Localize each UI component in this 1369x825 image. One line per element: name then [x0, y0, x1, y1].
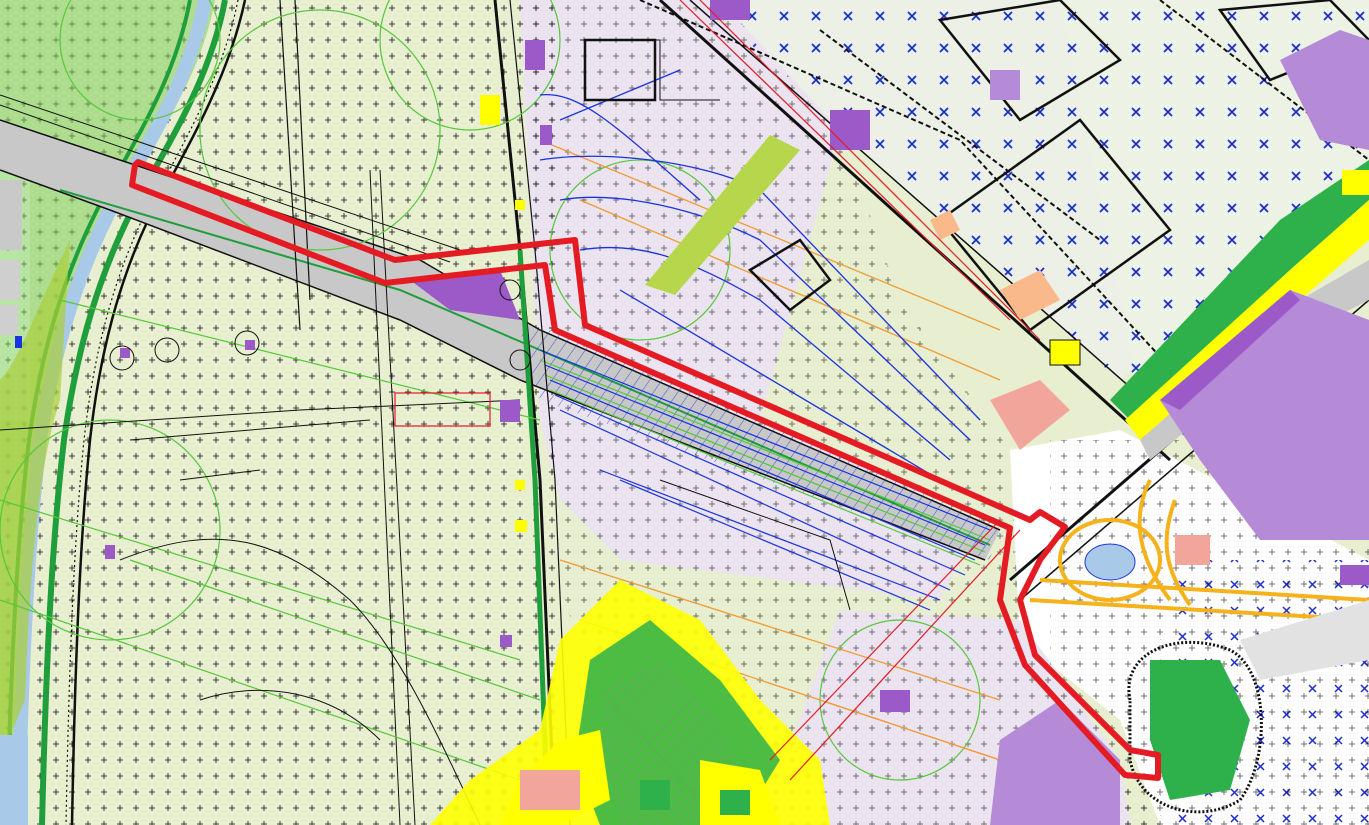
- blue-node-marker: [15, 336, 22, 348]
- zoning-map-canvas[interactable]: [0, 0, 1369, 825]
- pond-roundabout: [1084, 543, 1136, 581]
- zoning-map[interactable]: [0, 0, 1369, 825]
- water-sw: [0, 735, 28, 825]
